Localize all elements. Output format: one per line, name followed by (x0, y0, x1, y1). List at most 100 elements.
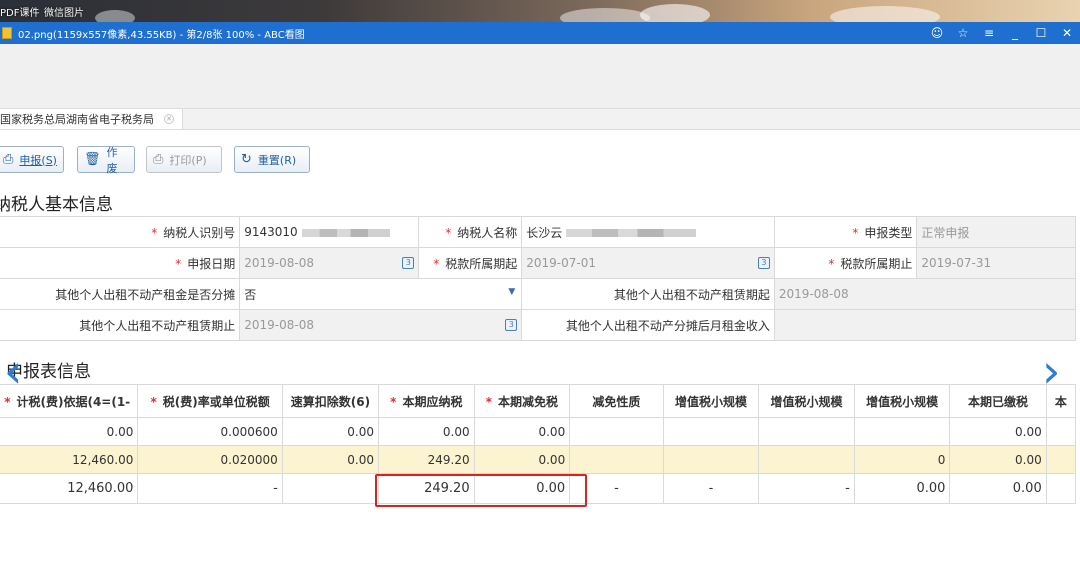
tab-tax-bureau[interactable]: 国家税务总局湖南省电子税务局 ✕ (0, 109, 183, 129)
menu-icon[interactable]: ≡ (976, 26, 1002, 40)
reset-button-label: 重置(R) (257, 153, 297, 167)
redaction-mask (301, 228, 390, 237)
monthly-rent-label: 其他个人出租不动产分摊后月租金收入 (521, 309, 775, 341)
rent-split-select[interactable]: 否 ▼ (239, 278, 523, 310)
table-cell: 0.020000 (137, 445, 283, 474)
taxpayer-id-field: 9143010 (239, 216, 420, 248)
print-button[interactable]: ⎙ 打印(P) (146, 146, 222, 173)
tab-close-icon[interactable]: ✕ (164, 114, 174, 124)
void-button-label: 作废 (106, 145, 118, 175)
decl-date-label: * 申报日期 (0, 247, 241, 279)
lease-start-label: 其他个人出租不动产租赁期起 (521, 278, 775, 310)
table-cell: 0.00 (473, 445, 571, 474)
column-header: 增值税小规模 (853, 384, 951, 418)
desktop-icon-label[interactable]: PDF课件 (0, 4, 39, 19)
declare-icon: ⎙ (3, 152, 14, 167)
column-header: * 计税(费)依据(4=(1- (0, 384, 139, 418)
table-cell: 0.00 (949, 417, 1047, 446)
table-cell: 0.00 (949, 473, 1047, 504)
period-start-field[interactable]: 2019-07-01 3 (521, 247, 775, 279)
column-header: * 本期减免税 (473, 384, 571, 418)
table-cell: 0.00 (949, 445, 1047, 474)
table-cell: 0.00 (281, 417, 380, 446)
basic-info-form: * 纳税人识别号 9143010 * 纳税人名称 长沙云 * 申报类型 正常申报 * 申… (0, 216, 1077, 341)
decl-date-field[interactable]: 2019-08-08 3 (239, 247, 420, 279)
lease-end-label: 其他个人出租不动产租赁期止 (0, 309, 241, 341)
rent-split-label: 其他个人出租不动产租金是否分摊 (0, 278, 241, 310)
taxpayer-id-label: * 纳税人识别号 (0, 216, 241, 248)
window-titlebar[interactable]: 02.png(1159x557像素,43.55KB) - 第2/8张 100% … (0, 22, 1080, 44)
skin-icon[interactable]: ☆ (950, 26, 976, 40)
column-header: * 税(费)率或单位税额 (137, 384, 283, 418)
table-cell: 12,460.00 (0, 445, 139, 474)
table-row-selected[interactable]: 12,460.00 0.020000 0.00 249.20 0.00 0 0.… (0, 445, 1077, 474)
feedback-icon[interactable]: ☺ (924, 26, 950, 40)
cloud-decoration (95, 10, 135, 22)
period-start-label: * 税款所属期起 (418, 247, 523, 279)
taxpayer-name-field: 长沙云 (521, 216, 775, 248)
decl-type-label: * 申报类型 (773, 216, 918, 248)
monthly-rent-field[interactable] (773, 309, 1077, 341)
table-cell (853, 417, 951, 446)
table-cell: 0.00 (281, 445, 380, 474)
column-header: 增值税小规模 (758, 384, 855, 418)
table-cell (1045, 445, 1077, 474)
table-row[interactable]: 0.00 0.000600 0.00 0.00 0.00 0.00 (0, 417, 1077, 446)
decl-type-field: 正常申报 (916, 216, 1076, 248)
void-button[interactable]: 🗑 作废 (77, 145, 135, 175)
cloud-decoration (830, 6, 940, 22)
table-cell: 249.20 (378, 445, 475, 474)
maximize-icon[interactable]: ☐ (1028, 26, 1054, 40)
table-cell: 0.00 (853, 473, 951, 504)
table-cell (662, 417, 760, 446)
table-cell: 0.000600 (137, 417, 283, 446)
table-cell (1045, 473, 1077, 504)
report-header-row: * 计税(费)依据(4=(1- * 税(费)率或单位税额 速算扣除数(6) * 本期应… (0, 384, 1077, 418)
reset-button[interactable]: ↻ 重置(R) (234, 146, 310, 173)
refresh-icon: ↻ (241, 152, 252, 167)
table-cell (281, 473, 380, 504)
desktop-background: PDF课件 微信图片 (0, 0, 1080, 22)
table-cell: 12,460.00 (0, 473, 139, 504)
declare-button-label: 申报(S) (19, 153, 57, 167)
table-cell (662, 445, 760, 474)
minimize-icon[interactable]: _ (1002, 26, 1028, 40)
column-header: 减免性质 (569, 384, 664, 418)
tab-label: 国家税务总局湖南省电子税务局 (0, 113, 154, 126)
lease-start-field[interactable]: 2019-08-08 (773, 278, 1077, 310)
calendar-icon[interactable]: 3 (402, 257, 415, 269)
printer-icon: ⎙ (153, 152, 164, 167)
column-header: 增值税小规模 (662, 384, 760, 418)
period-end-field[interactable]: 2019-07-31 (916, 247, 1076, 279)
browser-header-area (0, 44, 1080, 108)
dropdown-arrow-icon[interactable]: ▼ (508, 287, 515, 297)
table-cell (758, 445, 855, 474)
lease-end-field[interactable]: 2019-08-08 3 (239, 309, 523, 341)
redaction-mask (566, 229, 697, 237)
table-cell (758, 417, 855, 446)
section-title-basic-info: 纳税人基本信息 (0, 195, 113, 215)
column-header: 速算扣除数(6) (281, 384, 380, 418)
declare-button[interactable]: ⎙ 申报(S) (0, 146, 64, 173)
image-file-icon (2, 27, 12, 39)
desktop-icon-label[interactable]: 微信图片 (44, 4, 84, 19)
tab-bar: 国家税务总局湖南省电子税务局 ✕ (0, 108, 1080, 130)
highlight-annotation-box (375, 474, 587, 507)
close-icon[interactable]: ✕ (1054, 26, 1080, 40)
table-cell: 0 (853, 445, 951, 474)
taxpayer-name-label: * 纳税人名称 (418, 216, 523, 248)
calendar-icon[interactable]: 3 (757, 257, 770, 269)
table-cell (1045, 417, 1077, 446)
column-header: 本期已缴税 (949, 384, 1047, 418)
trash-icon: 🗑 (84, 152, 101, 167)
period-end-label: * 税款所属期止 (773, 247, 918, 279)
table-cell: - (662, 473, 760, 504)
table-cell: 0.00 (473, 417, 571, 446)
window-title: 02.png(1159x557像素,43.55KB) - 第2/8张 100% … (18, 29, 305, 41)
table-cell: - (758, 473, 855, 504)
calendar-icon[interactable]: 3 (505, 319, 518, 331)
column-header: * 本期应纳税 (378, 384, 475, 418)
column-header: 本 (1045, 384, 1077, 418)
table-cell: 0.00 (378, 417, 475, 446)
cloud-decoration (640, 4, 710, 22)
